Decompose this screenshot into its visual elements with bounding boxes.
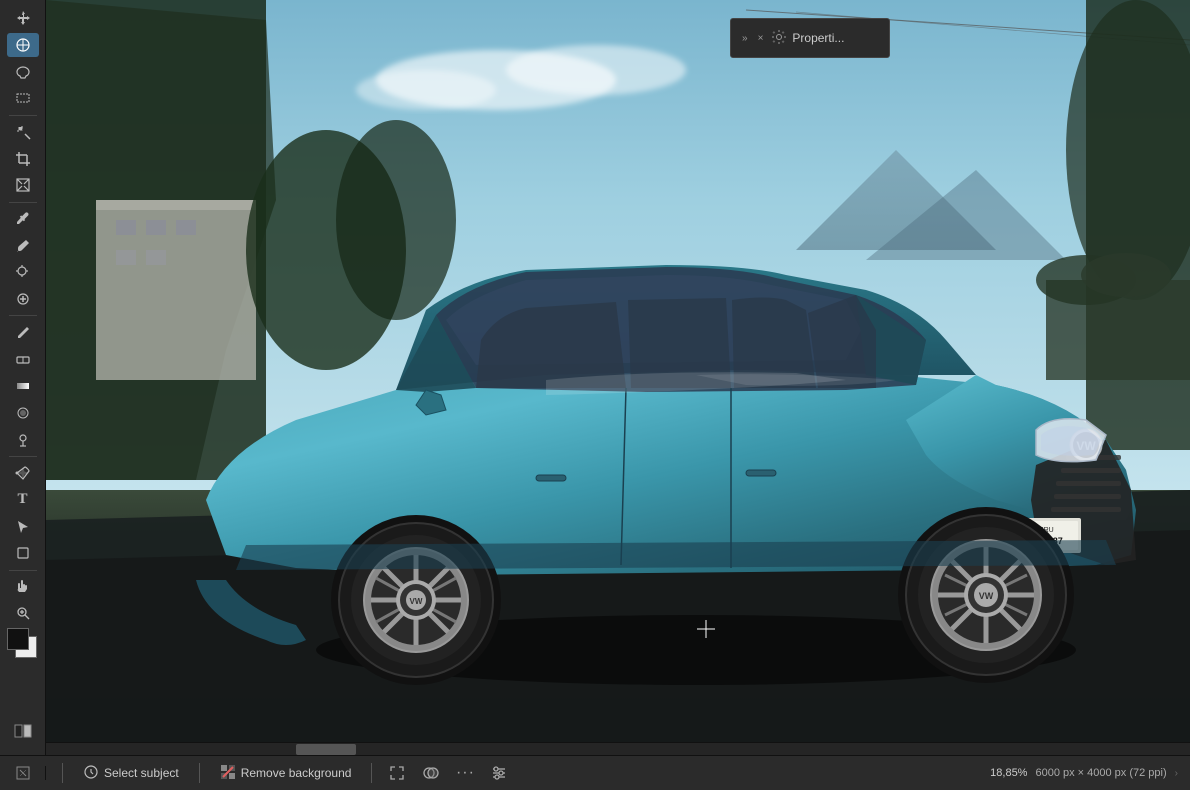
- remove-background-button[interactable]: Remove background: [212, 760, 360, 787]
- tool-eyedropper[interactable]: [7, 207, 39, 232]
- tool-path-select[interactable]: [7, 514, 39, 539]
- separator-3: [371, 763, 372, 783]
- properties-panel: » × Properti...: [730, 18, 890, 58]
- foreground-color-swatch[interactable]: [7, 628, 29, 650]
- tool-marquee[interactable]: [7, 86, 39, 111]
- tool-clone[interactable]: [7, 260, 39, 285]
- color-swatches: [7, 628, 39, 660]
- tool-crop[interactable]: [7, 146, 39, 171]
- info-left-section: [0, 766, 46, 780]
- more-options-btn[interactable]: ···: [452, 760, 478, 786]
- tool-gradient[interactable]: [7, 374, 39, 399]
- tool-text[interactable]: T: [7, 487, 39, 512]
- tool-pen[interactable]: [7, 461, 39, 486]
- horizontal-scrollbar[interactable]: [46, 742, 1190, 755]
- info-bar: Select subject Remove background: [0, 755, 1190, 790]
- tool-healing[interactable]: [7, 287, 39, 312]
- panel-settings-icon: [772, 30, 786, 47]
- remove-bg-icon: [220, 764, 236, 783]
- canvas-area: VW PERU ADN-687 VW: [46, 0, 1190, 755]
- left-toolbar: T: [0, 0, 46, 790]
- tool-dodge[interactable]: [7, 427, 39, 452]
- more-icon: ···: [456, 764, 475, 782]
- separator-2: [199, 763, 200, 783]
- select-subject-icon: [83, 764, 99, 783]
- tool-hand[interactable]: [7, 574, 39, 599]
- svg-text:VW: VW: [979, 591, 994, 601]
- doc-dimensions: 6000 px × 4000 px (72 ppi): [1035, 767, 1166, 779]
- panel-title: Properti...: [792, 31, 881, 45]
- remove-background-label: Remove background: [241, 766, 352, 780]
- tool-artboard[interactable]: [7, 33, 39, 58]
- panel-controls: » ×: [739, 32, 766, 45]
- photo-scene: VW PERU ADN-687 VW: [46, 0, 1190, 755]
- intersect-btn[interactable]: [418, 760, 444, 786]
- select-subject-label: Select subject: [104, 766, 179, 780]
- tool-pencil[interactable]: [7, 320, 39, 345]
- info-arrow[interactable]: ›: [1175, 768, 1178, 779]
- tool-shape[interactable]: [7, 541, 39, 566]
- panel-expand-btn[interactable]: »: [739, 32, 751, 45]
- scrollbar-thumb[interactable]: [296, 744, 356, 755]
- info-icon: [16, 766, 30, 780]
- toolbar-divider-4: [9, 456, 37, 457]
- tool-eraser[interactable]: [7, 347, 39, 372]
- svg-text:VW: VW: [410, 597, 423, 606]
- tool-wand[interactable]: [7, 120, 39, 145]
- tool-move[interactable]: [7, 6, 39, 31]
- zoom-level: 18,85%: [990, 767, 1027, 779]
- toolbar-divider-3: [9, 315, 37, 316]
- panel-close-btn[interactable]: ×: [755, 32, 767, 45]
- settings-btn[interactable]: [486, 760, 512, 786]
- toolbar-divider-1: [9, 115, 37, 116]
- separator-1: [62, 763, 63, 783]
- toolbar-divider-2: [9, 202, 37, 203]
- context-toolbar: Select subject Remove background: [46, 760, 1190, 787]
- tool-frame[interactable]: [7, 173, 39, 198]
- tool-brush[interactable]: [7, 233, 39, 258]
- expand-selection-btn[interactable]: [384, 760, 410, 786]
- tool-blur[interactable]: [7, 400, 39, 425]
- tool-zoom[interactable]: [7, 601, 39, 626]
- tool-lasso[interactable]: [7, 59, 39, 84]
- select-subject-button[interactable]: Select subject: [75, 760, 187, 787]
- quick-mask-btn[interactable]: [7, 717, 39, 745]
- toolbar-divider-5: [9, 570, 37, 571]
